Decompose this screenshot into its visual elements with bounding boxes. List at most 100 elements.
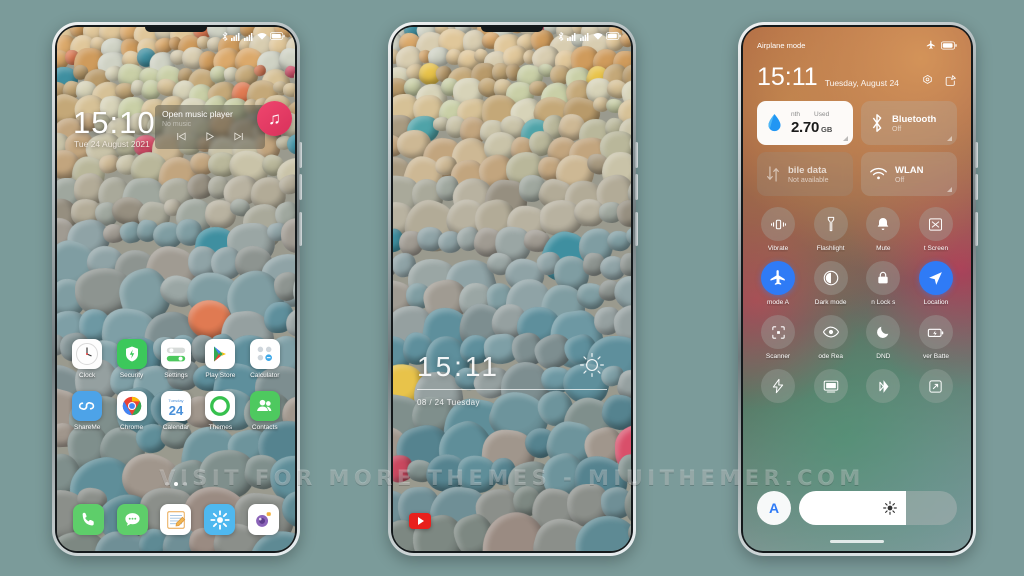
app-security[interactable]: Security: [112, 339, 152, 379]
mobile-data-icon: [767, 166, 779, 182]
toggle-lightning[interactable]: [753, 369, 803, 407]
brightness-row: A: [757, 491, 957, 525]
phone1-volume-up-button[interactable]: [299, 142, 302, 168]
app-settings[interactable]: Settings: [156, 339, 196, 379]
quick-toggle-grid: Vibrate Flashlight Mute t Screen mode A …: [753, 207, 961, 416]
screenshot-icon: [918, 207, 953, 241]
toggle-airplane-mode[interactable]: mode A: [753, 261, 803, 306]
toggle-cast[interactable]: [806, 369, 856, 407]
airplane-mode-status-label: Airplane mode: [757, 40, 806, 50]
toggle-vibrate[interactable]: Vibrate: [753, 207, 803, 252]
phone2-screen[interactable]: 15:11 08 / 24 Tuesday: [393, 27, 631, 551]
mobile-data-tile[interactable]: bile data Not available: [757, 152, 853, 196]
phone3-volume-down-button[interactable]: [975, 174, 978, 200]
toggle-battery-saver[interactable]: ver Batte: [911, 315, 961, 360]
youtube-play-triangle: [418, 517, 424, 525]
phone2-volume-up-button[interactable]: [635, 142, 638, 168]
signal-2-icon: [244, 32, 253, 41]
home-page-dots[interactable]: [57, 482, 295, 486]
calendar-day: 24: [168, 402, 184, 418]
data-usage-tile[interactable]: nth Used 2.70 GB: [757, 101, 853, 145]
app-contacts[interactable]: Contacts: [245, 391, 285, 431]
toggle-flashlight[interactable]: Flashlight: [806, 207, 856, 252]
phone1-volume-down-button[interactable]: [299, 174, 302, 200]
toggle-row-2: mode A Dark mode n Lock s Location: [753, 261, 961, 306]
app-themes[interactable]: Themes: [200, 391, 240, 431]
app-calculator[interactable]: Calculator: [245, 339, 285, 379]
phone-icon[interactable]: [73, 504, 105, 535]
phone3-screen[interactable]: Airplane mode 15:11 Tuesday, August 24 n…: [743, 27, 971, 551]
eye-icon: [813, 315, 848, 349]
tile-expand-corner[interactable]: [843, 136, 848, 141]
play-icon[interactable]: [205, 132, 215, 141]
phone-device-3: Airplane mode 15:11 Tuesday, August 24 n…: [738, 22, 978, 556]
home-indicator[interactable]: [830, 540, 884, 543]
phone1-power-button[interactable]: [299, 212, 302, 246]
toggle-mute[interactable]: Mute: [858, 207, 908, 252]
control-center-big-tiles-row-1: nth Used 2.70 GB Bluetooth Off: [757, 101, 957, 145]
signal-1-icon: [567, 32, 576, 41]
phone2-volume-down-button[interactable]: [635, 174, 638, 200]
music-widget-subtitle: No music: [162, 121, 192, 128]
toggle-dark-mode[interactable]: Dark mode: [806, 261, 856, 306]
auto-brightness-button[interactable]: A: [757, 491, 791, 525]
phone1-screen[interactable]: 15:10 Tue 24 August 2021 Open music play…: [57, 27, 295, 551]
toggle-dnd[interactable]: DND: [858, 315, 908, 360]
message-icon[interactable]: [116, 504, 148, 535]
toggle-reading-mode[interactable]: ode Rea: [806, 315, 856, 360]
phone3-power-button[interactable]: [975, 212, 978, 246]
chrome-icon: [116, 391, 147, 421]
pebble: [619, 252, 631, 276]
music-note-button[interactable]: ♫: [257, 101, 292, 136]
notes-icon[interactable]: [160, 504, 192, 535]
weather-icon[interactable]: [204, 504, 236, 535]
youtube-icon[interactable]: [409, 513, 431, 529]
control-center-date: Tuesday, August 24: [824, 78, 899, 88]
app-calendar[interactable]: Tuesday 24 Calendar: [156, 391, 196, 431]
app-clock[interactable]: Clock: [67, 339, 107, 379]
tile-expand-corner[interactable]: [947, 136, 952, 141]
shield-icon: [116, 339, 147, 369]
moon-icon: [866, 315, 901, 349]
settings-gear-icon[interactable]: [921, 74, 934, 87]
music-player-widget[interactable]: Open music player No music: [155, 105, 265, 149]
wifi-icon: [870, 168, 887, 180]
home-dock: [57, 504, 295, 535]
page-dot-active: [174, 482, 178, 486]
app-play-store[interactable]: Play Store: [200, 339, 240, 379]
toggle-screen-lock[interactable]: n Lock s: [858, 261, 908, 306]
screenshot-stage: 15:10 Tue 24 August 2021 Open music play…: [0, 0, 1024, 576]
page-dot: [183, 482, 187, 486]
bluetooth-tile[interactable]: Bluetooth Off: [861, 101, 957, 145]
brightness-icon: [883, 501, 898, 515]
toggle-expand[interactable]: [911, 369, 961, 407]
brightness-slider-fill: [799, 491, 907, 525]
camera-icon[interactable]: [247, 504, 279, 535]
next-track-icon[interactable]: [234, 132, 244, 141]
previous-track-icon[interactable]: [176, 132, 186, 141]
tile-expand-corner[interactable]: [947, 187, 952, 192]
toggle-scanner[interactable]: Scanner: [753, 315, 803, 360]
shareme-icon: [72, 391, 103, 421]
play-store-icon: [205, 339, 236, 369]
toggle-sync[interactable]: [858, 369, 908, 407]
phone2-power-button[interactable]: [635, 212, 638, 246]
app-label: Security: [119, 372, 144, 379]
wlan-tile[interactable]: WLAN Off: [861, 152, 957, 196]
location-arrow-icon: [918, 261, 953, 295]
bell-icon: [866, 207, 901, 241]
cast-icon: [813, 369, 848, 403]
app-shareme[interactable]: ShareMe: [67, 391, 107, 431]
battery-icon: [941, 40, 957, 50]
app-chrome[interactable]: Chrome: [112, 391, 152, 431]
page-dot: [165, 482, 169, 486]
toggle-row-3: Scanner ode Rea DND ver Batte: [753, 315, 961, 360]
brightness-slider[interactable]: [799, 491, 957, 525]
phone3-volume-up-button[interactable]: [975, 142, 978, 168]
toggle-screenshot[interactable]: t Screen: [911, 207, 961, 252]
wlan-tile-name: WLAN: [895, 164, 924, 176]
data-usage-used-label: Used: [814, 110, 830, 118]
edit-icon[interactable]: [944, 74, 957, 87]
toggle-location[interactable]: Location: [911, 261, 961, 306]
toggle-label: Dark mode: [814, 299, 847, 306]
